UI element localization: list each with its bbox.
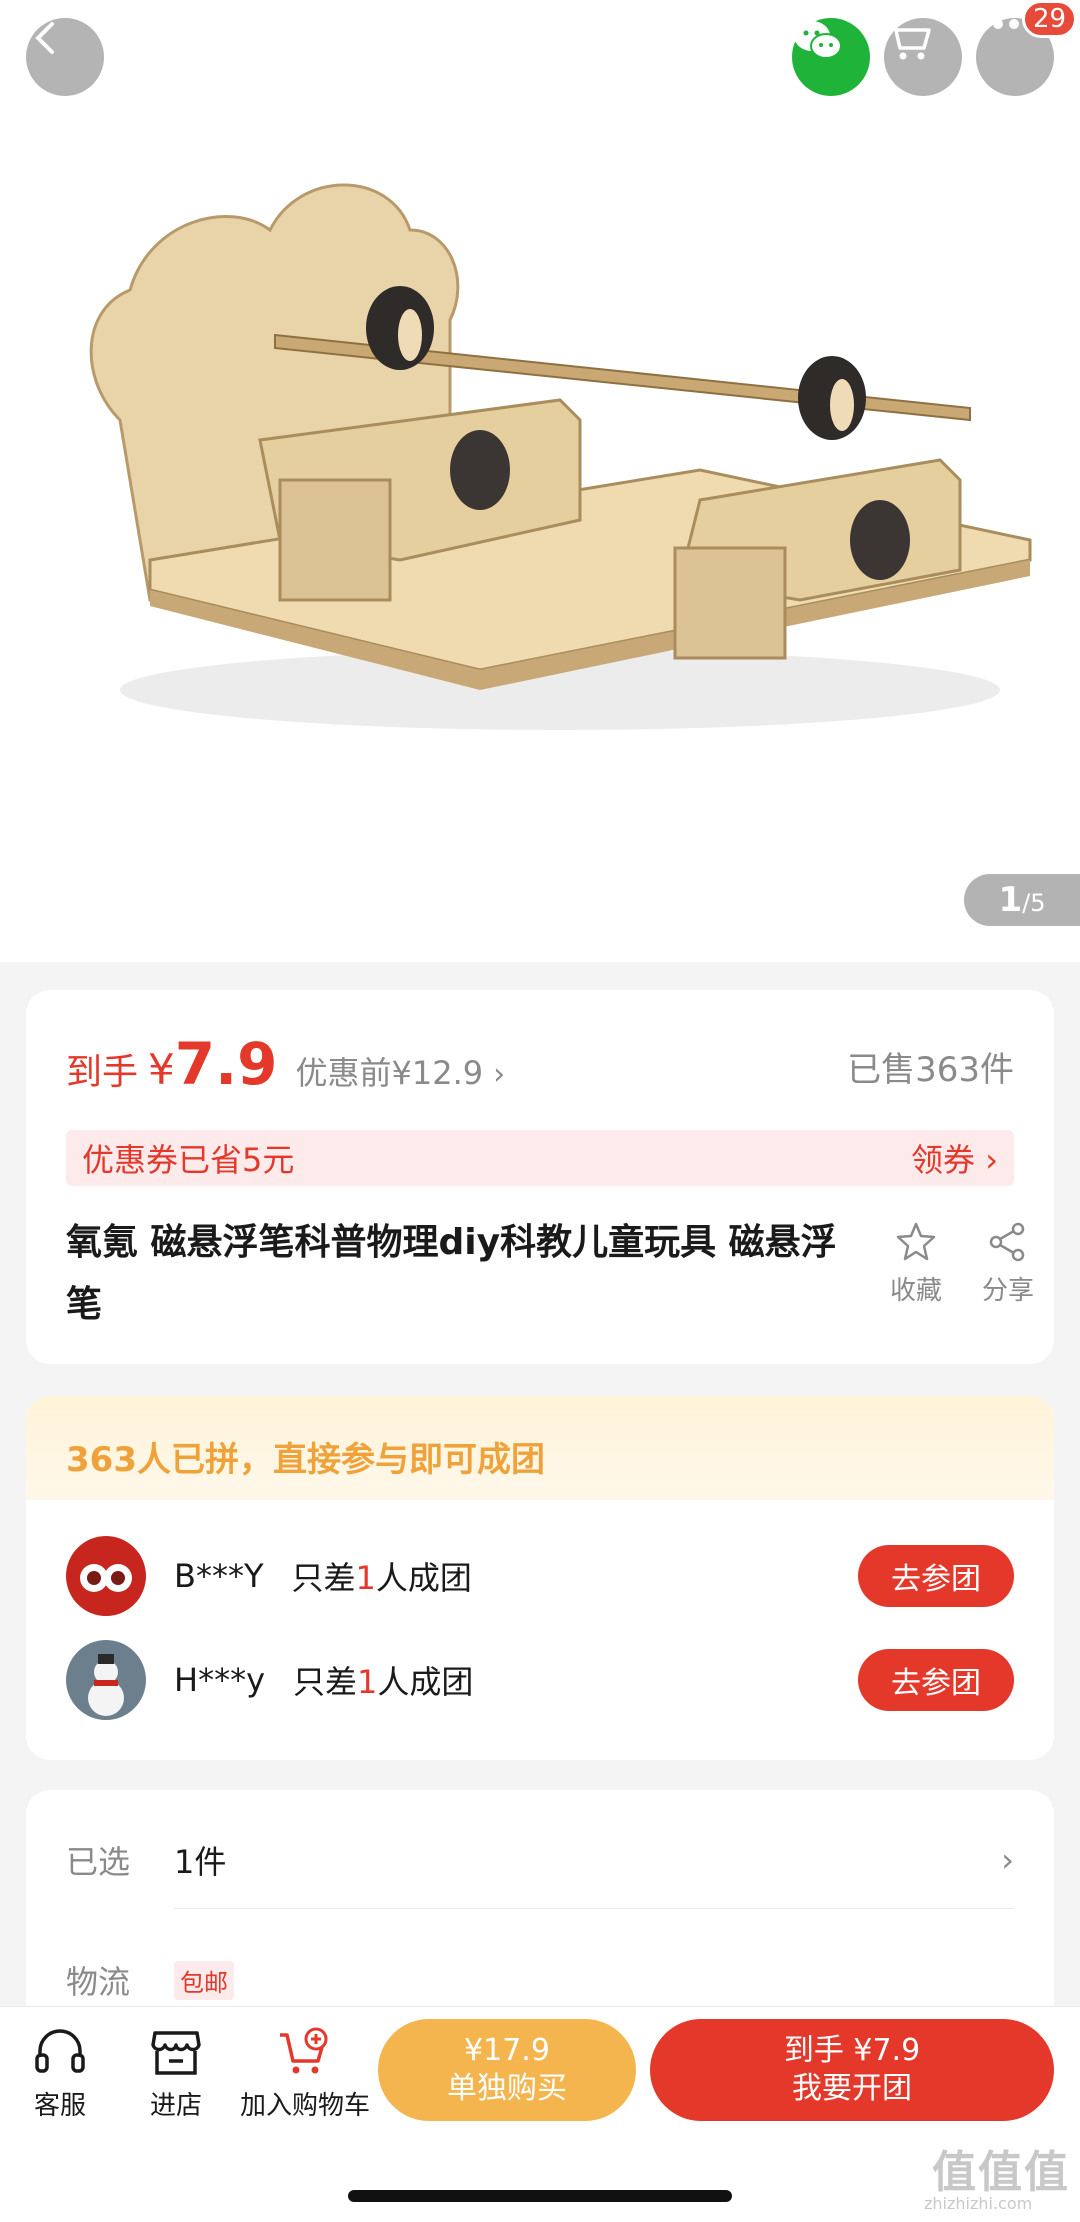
price-row: 到手 ¥ 7.9 优惠前¥12.9 ›: [66, 1030, 505, 1098]
headphones-avatar-icon: [66, 1536, 146, 1616]
watermark-url: zhizhizhi.com: [924, 2194, 1033, 2213]
shipping-row: 物流 包邮: [66, 1950, 1014, 2010]
store-label: 进店: [149, 2091, 202, 2121]
chevron-right-icon: ›: [1001, 1841, 1014, 1879]
share-button[interactable]: 分享: [968, 1220, 1048, 1307]
selected-spec-value: 1件: [174, 1843, 227, 1881]
price-card: 到手 ¥ 7.9 优惠前¥12.9 › 已售363件 优惠券已省5元 领券 › …: [26, 990, 1054, 1364]
coupon-text: 优惠券已省5元: [82, 1141, 295, 1179]
buy-alone-button[interactable]: ¥17.9 单独购买: [378, 2019, 636, 2121]
wechat-share-button[interactable]: [792, 18, 870, 96]
share-icon: [989, 1222, 1025, 1262]
group-missing-count: 1: [357, 1663, 378, 1701]
share-label: 分享: [981, 1276, 1034, 1306]
free-shipping-tag: 包邮: [174, 1960, 234, 2000]
product-photo: [89, 183, 1032, 730]
image-counter-current: 1: [998, 880, 1023, 920]
product-title: 氧氪 磁悬浮笔科普物理diy科教儿童玩具 磁悬浮笔: [66, 1222, 837, 1325]
more-dots-icon: [977, 19, 1019, 29]
group-status-prefix: 只差: [291, 1559, 356, 1597]
group-status-prefix: 只差: [293, 1663, 358, 1701]
coupon-bar[interactable]: 优惠券已省5元 领券 ›: [66, 1130, 1014, 1186]
cart-icon: [886, 20, 931, 60]
group-row: B***Y 只差1人成团 去参团: [66, 1536, 1014, 1616]
final-price: 7.9: [174, 1030, 278, 1098]
wechat-icon: [794, 21, 842, 59]
group-buy-header: 363人已拼，直接参与即可成团: [26, 1396, 1054, 1500]
final-price-label: 到手: [66, 1052, 139, 1093]
buy-alone-price: ¥17.9: [464, 2033, 550, 2068]
star-icon: [896, 1222, 936, 1261]
back-button[interactable]: [26, 18, 104, 96]
snowman-avatar-icon: [66, 1640, 146, 1720]
favorite-button[interactable]: 收藏: [876, 1220, 956, 1307]
get-coupon-link[interactable]: 领券 ›: [911, 1135, 998, 1181]
home-indicator[interactable]: [348, 2190, 732, 2202]
add-to-cart-label: 加入购物车: [239, 2091, 370, 2121]
start-group-label: 我要开团: [792, 2071, 912, 2106]
buy-alone-label: 单独购买: [447, 2071, 567, 2106]
selected-spec-label: 已选: [66, 1843, 131, 1881]
start-group-price: 到手 ¥7.9: [783, 2033, 921, 2068]
group-user-name: B***Y: [174, 1557, 264, 1595]
favorite-label: 收藏: [889, 1276, 942, 1306]
group-row: H***y 只差1人成团 去参团: [66, 1640, 1014, 1720]
message-count-badge: 29: [1022, 0, 1078, 38]
store-icon: [151, 2031, 201, 2075]
add-to-cart-icon: [280, 2027, 328, 2074]
start-group-button[interactable]: 到手 ¥7.9 我要开团: [650, 2019, 1054, 2121]
chevron-left-icon: [35, 22, 54, 54]
chevron-right-icon: ›: [493, 1057, 506, 1092]
sold-count: 已售363件: [847, 1050, 1014, 1090]
group-status-suffix: 人成团: [375, 1559, 472, 1597]
headset-icon: [35, 2029, 85, 2073]
image-counter-total: /5: [1022, 889, 1046, 917]
join-group-button[interactable]: 去参团: [858, 1545, 1014, 1607]
product-image-gallery[interactable]: 29 1 /5: [0, 0, 1080, 962]
group-missing-count: 1: [355, 1559, 376, 1597]
currency-symbol: ¥: [148, 1045, 175, 1094]
group-user-name: H***y: [174, 1661, 265, 1699]
original-price-link[interactable]: 优惠前¥12.9: [296, 1048, 484, 1094]
image-counter: 1 /5: [964, 874, 1080, 926]
group-status: 只差1人成团: [293, 1657, 473, 1703]
avatar: [66, 1640, 146, 1720]
customer-service-button[interactable]: 客服: [20, 2027, 100, 2122]
group-status-suffix: 人成团: [377, 1663, 474, 1701]
group-buy-card: 363人已拼，直接参与即可成团 B***Y 只差1人成团 去参团 H***y 只…: [26, 1396, 1054, 1760]
join-group-button[interactable]: 去参团: [858, 1649, 1014, 1711]
service-label: 客服: [33, 2091, 86, 2121]
divider: [174, 1908, 1014, 1909]
watermark-logo: 值值值: [932, 2147, 1070, 2198]
avatar: [66, 1536, 146, 1616]
store-button[interactable]: 进店: [136, 2027, 216, 2122]
cart-button[interactable]: [884, 18, 962, 96]
group-status: 只差1人成团: [292, 1553, 472, 1599]
shipping-label: 物流: [66, 1963, 131, 2001]
add-to-cart-button[interactable]: 加入购物车: [234, 2027, 376, 2122]
selected-spec-row[interactable]: 已选 1件 ›: [66, 1830, 1014, 1890]
